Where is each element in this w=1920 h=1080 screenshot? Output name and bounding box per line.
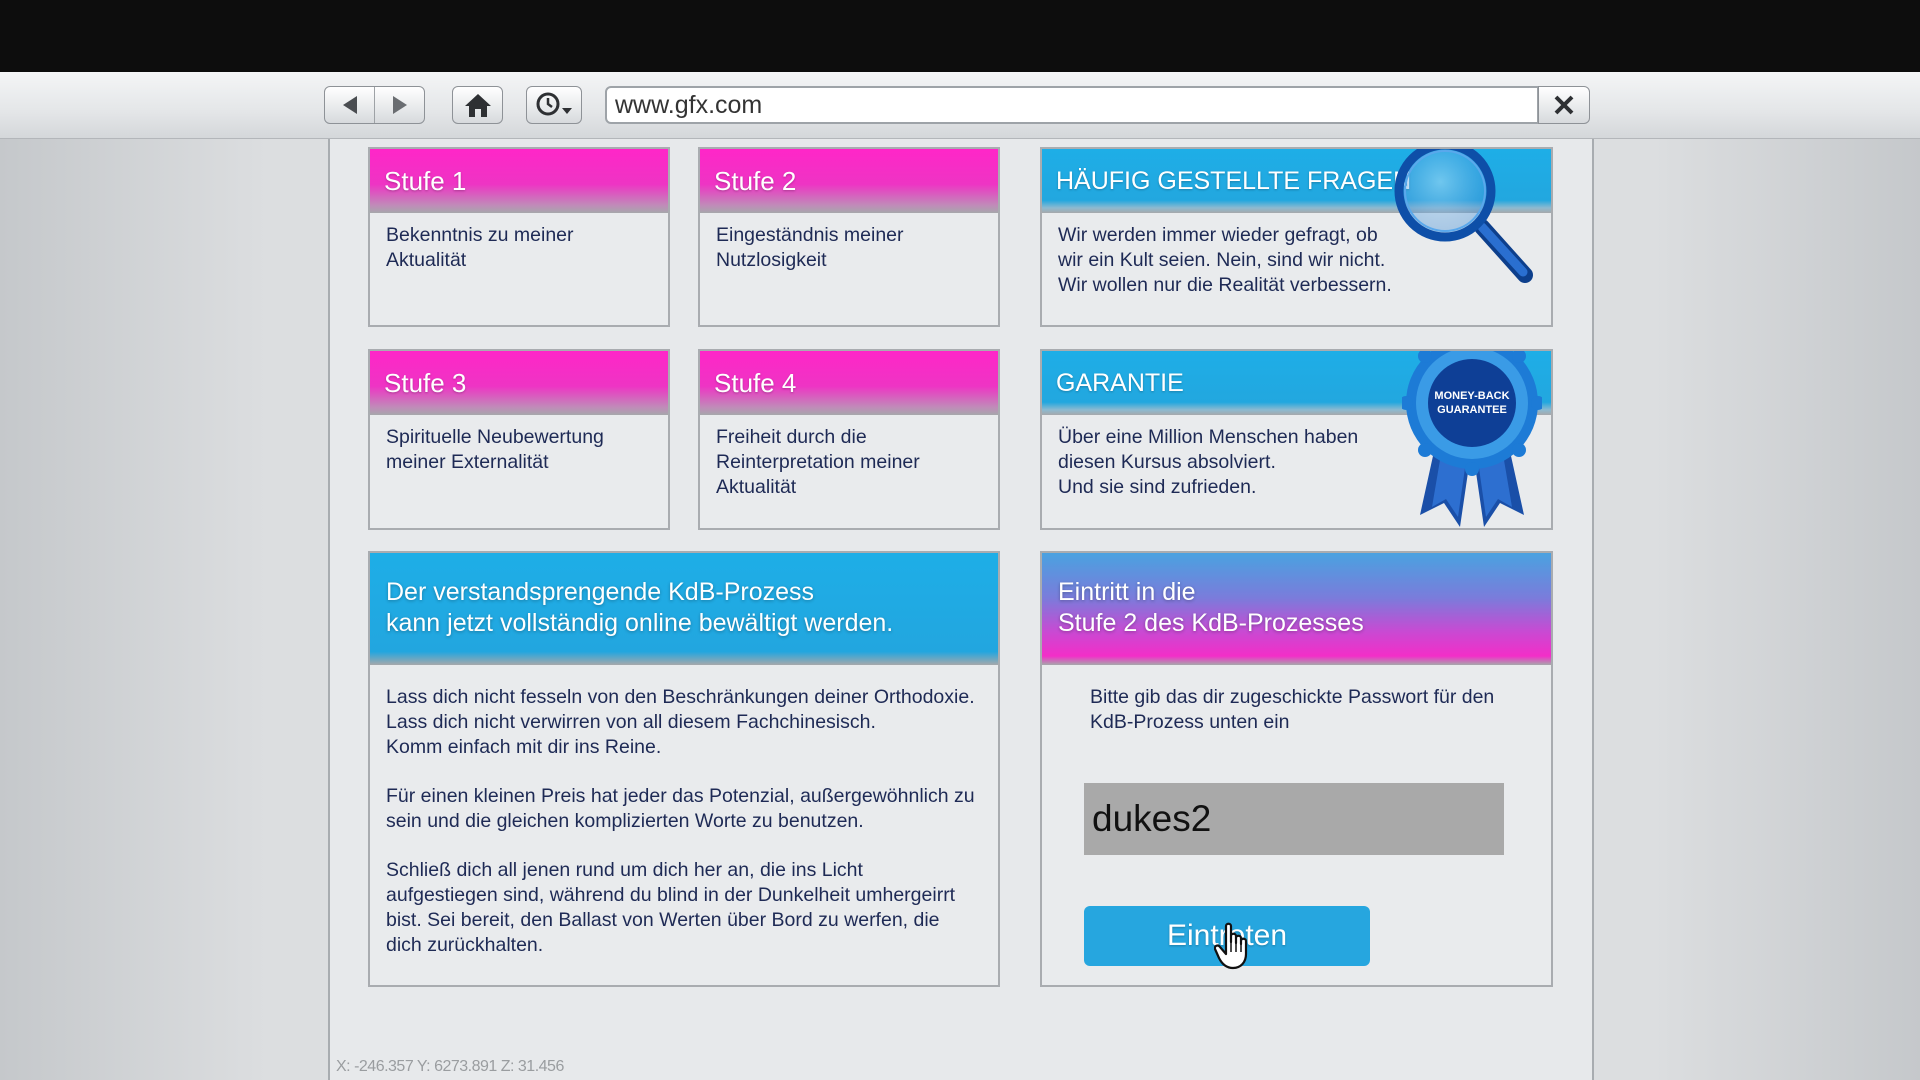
process-text-line: Lass dich nicht fesseln von den Beschrän… (386, 686, 975, 708)
step-description-line: Spirituelle Neubewertung (386, 426, 604, 448)
badge-text-line-2: GUARANTEE (1437, 404, 1507, 416)
process-text-line: Für einen kleinen Preis hat jeder das Po… (386, 785, 975, 807)
guarantee-card: GARANTIE Über eine Million Menschen habe… (1040, 349, 1553, 530)
home-icon (464, 94, 491, 117)
process-text-line: dich zurückhalten. (386, 934, 544, 956)
home-button[interactable] (452, 86, 503, 124)
step-description-line: Reinterpretation meiner (716, 451, 920, 473)
login-instruction: Bitte gib das dir zugeschickte Passwort … (1042, 665, 1551, 735)
login-instruction-line: Bitte gib das dir zugeschickte Passwort … (1090, 686, 1495, 708)
step-description-line: Nutzlosigkeit (716, 249, 827, 271)
process-text-line: sein und die gleichen komplizierten Wort… (386, 810, 864, 832)
step-card-1: Stufe 1 Bekenntnis zu meiner Aktualität (368, 147, 670, 327)
process-card: Der verstandsprengende KdB-Prozess kann … (368, 551, 1000, 987)
faq-card: HÄUFIG GESTELLTE FRAGEN Wir werden immer… (1040, 147, 1553, 327)
step-description-line: Aktualität (386, 249, 467, 271)
process-text-line: aufgestiegen sind, während du blind in d… (386, 884, 956, 906)
back-button[interactable] (325, 87, 374, 123)
login-instruction-line: KdB-Prozess unten ein (1090, 711, 1290, 733)
browser-toolbar: www.gfx.com (0, 72, 1920, 139)
debug-coordinates: X: -246.357 Y: 6273.891 Z: 31.456 (336, 1058, 564, 1075)
forward-button[interactable] (374, 87, 424, 123)
nav-button-group (324, 86, 425, 124)
process-text-line: Lass dich nicht verwirren von all diesem… (386, 711, 876, 733)
close-icon (1554, 95, 1574, 115)
process-text-line: Schließ dich all jenen rund um dich her … (386, 859, 863, 881)
url-text: www.gfx.com (615, 90, 763, 119)
step-title: Stufe 2 (700, 149, 998, 213)
login-headline: Eintritt in die Stufe 2 des KdB-Prozesse… (1042, 553, 1551, 665)
process-body: Lass dich nicht fesseln von den Beschrän… (370, 665, 998, 968)
close-button[interactable] (1538, 86, 1590, 124)
step-description-line: meiner Externalität (386, 451, 549, 473)
money-back-guarantee-badge: MONEY-BACK GUARANTEE (1402, 351, 1542, 527)
password-input[interactable]: dukes2 (1084, 783, 1504, 855)
step-title: Stufe 4 (700, 351, 998, 415)
history-clock-icon (536, 92, 572, 116)
step-description: Freiheit durch die Reinterpretation mein… (700, 415, 998, 510)
process-text-line: bist. Sei bereit, den Ballast von Werten… (386, 909, 940, 931)
magnifying-glass-icon (1394, 149, 1533, 283)
process-headline: Der verstandsprengende KdB-Prozess kann … (370, 553, 998, 665)
step-card-2: Stufe 2 Eingeständnis meiner Nutzlosigke… (698, 147, 1000, 327)
process-headline-line: kann jetzt vollständig online bewältigt … (386, 609, 894, 637)
step-description-line: Freiheit durch die (716, 426, 867, 448)
step-description: Eingeständnis meiner Nutzlosigkeit (700, 213, 998, 283)
hand-cursor-icon (1214, 922, 1248, 970)
history-button[interactable] (526, 86, 582, 124)
top-black-bar (0, 0, 1920, 72)
step-description-line: Aktualität (716, 476, 797, 498)
badge-text-line-1: MONEY-BACK (1434, 390, 1509, 402)
password-value: dukes2 (1092, 798, 1212, 839)
login-headline-line: Eintritt in die (1058, 578, 1196, 606)
url-bar[interactable]: www.gfx.com (605, 86, 1539, 124)
login-card: Eintritt in die Stufe 2 des KdB-Prozesse… (1040, 551, 1553, 987)
step-card-4: Stufe 4 Freiheit durch die Reinterpretat… (698, 349, 1000, 530)
process-text-line: Komm einfach mit dir ins Reine. (386, 736, 662, 758)
back-arrow-icon (342, 96, 357, 114)
step-description-line: Bekenntnis zu meiner (386, 224, 574, 246)
step-description-line: Eingeständnis meiner (716, 224, 904, 246)
step-description: Bekenntnis zu meiner Aktualität (370, 213, 668, 283)
step-card-3: Stufe 3 Spirituelle Neubewertung meiner … (368, 349, 670, 530)
web-page-content: Stufe 1 Bekenntnis zu meiner Aktualität … (328, 139, 1594, 1080)
forward-arrow-icon (392, 96, 407, 114)
step-title: Stufe 3 (370, 351, 668, 415)
process-headline-line: Der verstandsprengende KdB-Prozess (386, 578, 815, 606)
step-description: Spirituelle Neubewertung meiner External… (370, 415, 668, 485)
login-headline-line: Stufe 2 des KdB-Prozesses (1058, 609, 1364, 637)
step-title: Stufe 1 (370, 149, 668, 213)
